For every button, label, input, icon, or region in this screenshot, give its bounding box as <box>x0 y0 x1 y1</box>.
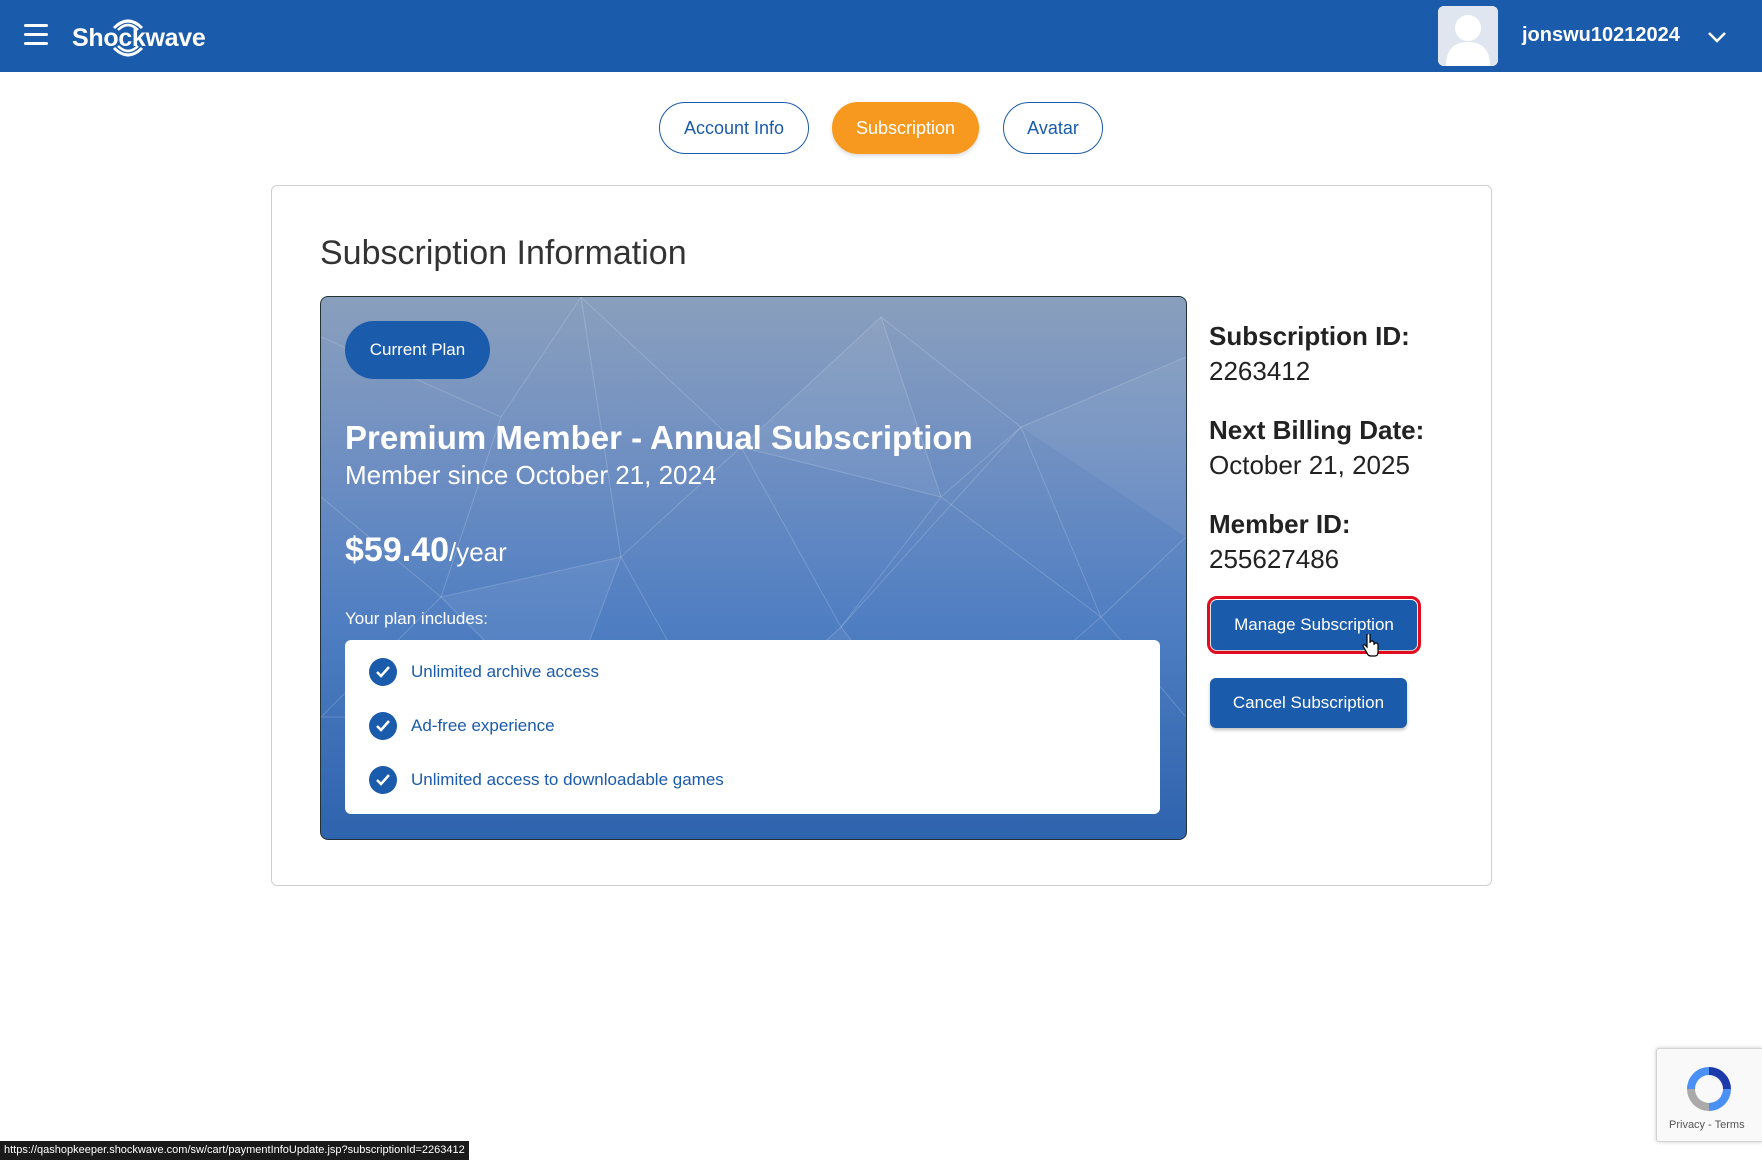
subscription-panel: Subscription Information Current Plan Pr… <box>271 185 1492 886</box>
tab-avatar[interactable]: Avatar <box>1003 102 1103 154</box>
tab-subscription[interactable]: Subscription <box>832 102 979 154</box>
status-bar-url: https://qashopkeeper.shockwave.com/sw/ca… <box>0 1141 469 1160</box>
hamburger-menu-icon[interactable] <box>24 24 48 46</box>
subscription-id-value: 2263412 <box>1209 356 1311 386</box>
member-since: Member since October 21, 2024 <box>345 460 717 490</box>
plan-includes-label: Your plan includes: <box>345 609 489 628</box>
price-period: /year <box>449 537 507 567</box>
member-id-label: Member ID: <box>1209 509 1351 539</box>
recaptcha-badge[interactable]: Privacy - Terms <box>1656 1048 1762 1142</box>
page-title: Subscription Information <box>320 234 687 272</box>
next-billing-label: Next Billing Date: <box>1209 415 1425 445</box>
recaptcha-icon <box>1687 1067 1731 1111</box>
feature-text: Unlimited archive access <box>411 662 600 681</box>
checkmark-icon <box>369 658 397 686</box>
feature-text: Ad-free experience <box>411 716 555 735</box>
price-amount: $59.40 <box>345 531 449 569</box>
top-navigation-bar: Shockwave jonswu10212024 <box>0 0 1762 72</box>
hand-cursor-icon <box>1362 634 1379 657</box>
recaptcha-terms-link[interactable]: Terms <box>1715 1119 1745 1131</box>
profile-tabs: Account Info Subscription Avatar <box>0 102 1762 156</box>
list-item: Unlimited access to downloadable games <box>369 765 724 795</box>
next-billing-value: October 21, 2025 <box>1209 450 1410 480</box>
list-item: Unlimited archive access <box>369 657 599 687</box>
recaptcha-separator: - <box>1705 1119 1715 1131</box>
current-plan-badge: Current Plan <box>345 321 490 379</box>
manage-subscription-button[interactable]: Manage Subscription <box>1207 596 1421 654</box>
username[interactable]: jonswu10212024 <box>1522 24 1680 47</box>
recaptcha-privacy-link[interactable]: Privacy <box>1669 1119 1705 1131</box>
plan-card: Current Plan Premium Member - Annual Sub… <box>320 296 1187 840</box>
checkmark-icon <box>369 766 397 794</box>
avatar[interactable] <box>1438 6 1498 66</box>
subscription-id-label: Subscription ID: <box>1209 321 1410 351</box>
tab-account-info[interactable]: Account Info <box>659 102 809 154</box>
member-id-value: 255627486 <box>1209 544 1340 574</box>
plan-name: Premium Member - Annual Subscription <box>345 419 973 456</box>
shockwave-logo[interactable]: Shockwave <box>70 10 220 62</box>
cancel-subscription-button[interactable]: Cancel Subscription <box>1210 678 1407 728</box>
list-item: Ad-free experience <box>369 711 555 741</box>
checkmark-icon <box>369 712 397 740</box>
recaptcha-links: Privacy - Terms <box>1669 1119 1745 1131</box>
feature-text: Unlimited access to downloadable games <box>411 770 724 789</box>
plan-price: $59.40/year <box>345 531 507 570</box>
brand-name: Shockwave <box>72 24 206 52</box>
feature-list: Unlimited archive access Ad-free experie… <box>345 640 1160 814</box>
avatar-icon <box>1438 6 1498 66</box>
chevron-down-icon[interactable] <box>1706 26 1728 48</box>
